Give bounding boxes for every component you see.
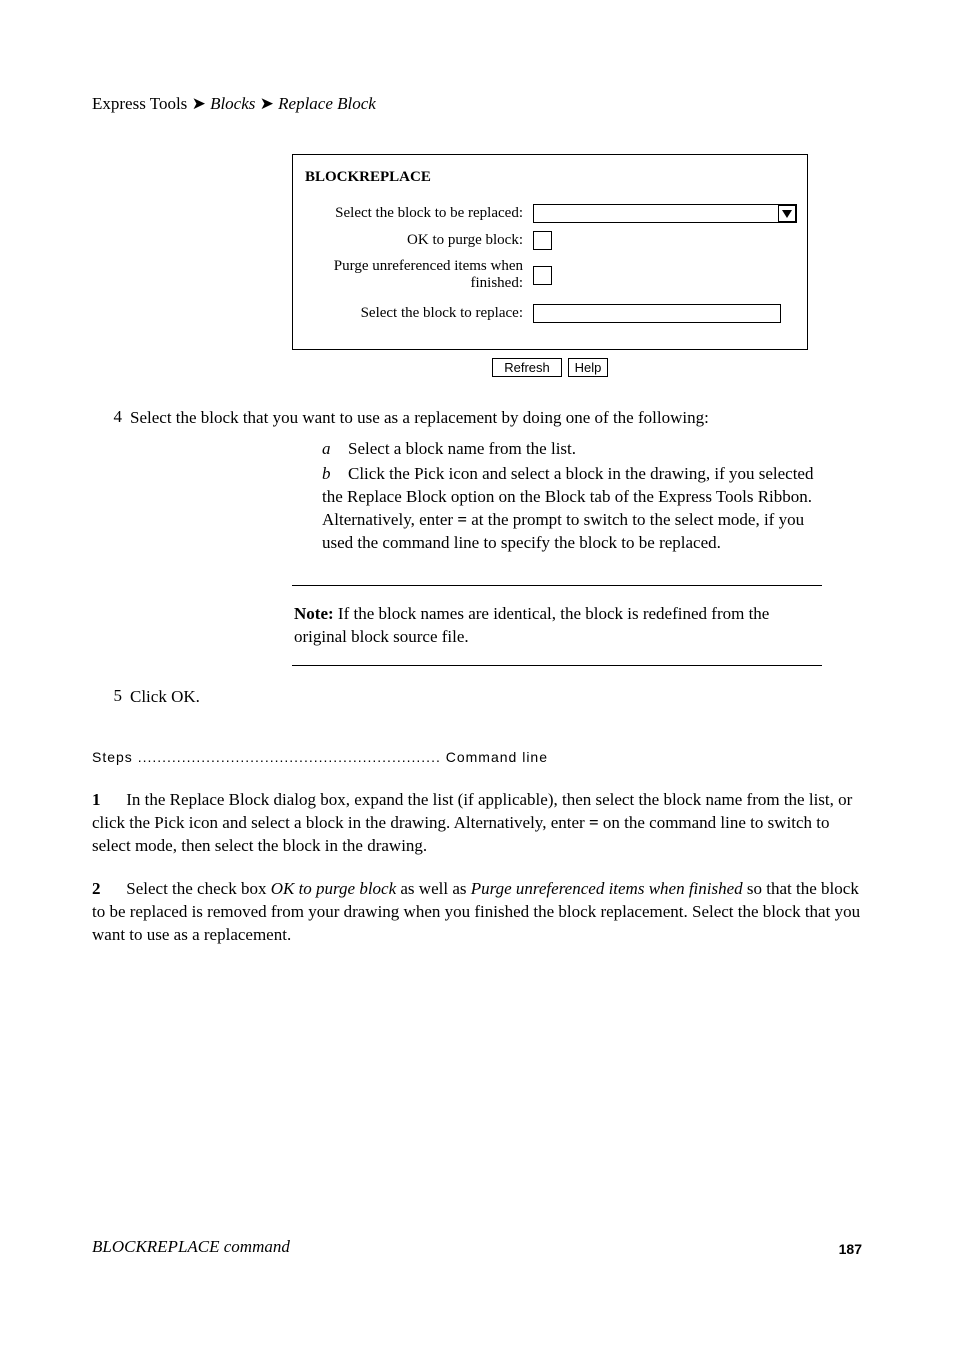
checkbox-ok-purge[interactable] [533,231,552,250]
note-block: Note: If the block names are identical, … [292,585,822,667]
step-number-4: 4 [92,407,130,430]
checkbox-purge-unref[interactable] [533,266,552,285]
steps-heading: Steps ..................................… [92,749,862,765]
cmdline-step-1: 1 In the Replace Block dialog box, expan… [92,789,862,858]
dropdown-select-block[interactable] [533,204,797,223]
arrow-icon: ➤ [192,94,206,113]
breadcrumb-prefix: Express Tools [92,94,192,113]
page-number: 187 [839,1241,862,1257]
cmdline-step-2: 2 Select the check box OK to purge block… [92,878,862,947]
input-select-replacement[interactable] [533,304,781,323]
dropdown-arrow-icon[interactable] [778,205,796,222]
dialog-title: BLOCKREPLACE [305,169,797,186]
step-4-text: Select the block that you want to use as… [130,407,862,430]
label-select-block: Select the block to be replaced: [303,205,533,222]
blockreplace-dialog: BLOCKREPLACE Select the block to be repl… [292,154,808,350]
label-select-replacement: Select the block to replace: [303,305,533,322]
refresh-button[interactable]: Refresh [492,358,562,377]
breadcrumb: Express Tools ➤ Blocks ➤ Replace Block [92,94,862,114]
help-button[interactable]: Help [568,358,608,377]
label-purge-unref: Purge unreferenced items when finished: [303,258,533,292]
step-5-text: Click OK. [130,686,862,709]
note-label: Note: [294,604,334,623]
breadcrumb-seg1: Blocks [210,94,260,113]
bullet-a: aSelect a block name from the list. [322,438,832,461]
arrow-icon: ➤ [260,94,274,113]
step-number-5: 5 [92,686,130,709]
note-text: If the block names are identical, the bl… [294,604,769,647]
bullet-b: bClick the Pick icon and select a block … [322,463,832,555]
label-ok-purge: OK to purge block: [303,232,533,249]
footer-title: BLOCKREPLACE command [92,1237,290,1257]
breadcrumb-seg2: Replace Block [278,94,376,113]
